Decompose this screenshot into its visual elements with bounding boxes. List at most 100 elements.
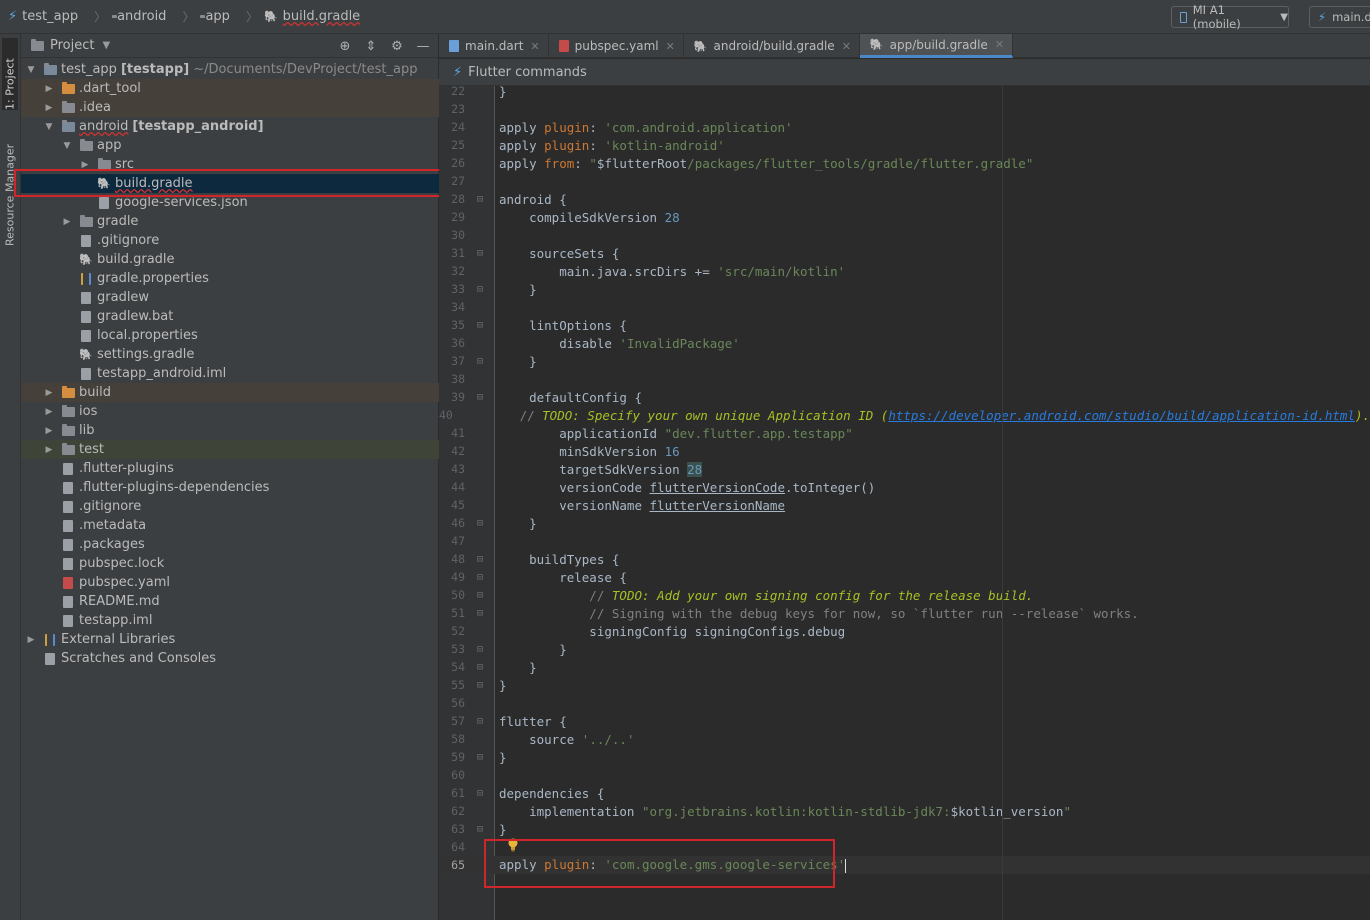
tree-item[interactable]: ▶ build [21,383,439,402]
fold-icon[interactable]: ⊟ [465,662,495,673]
gear-icon[interactable]: ⚙ [388,37,406,55]
editor-tab[interactable]: 🐘 app/build.gradle ✕ [859,34,1014,58]
tree-item[interactable]: ▶gradlew.bat [21,307,439,326]
tree-item[interactable]: ▶README.md [21,592,439,611]
close-icon[interactable]: ✕ [666,40,675,53]
close-icon[interactable]: ✕ [842,40,851,53]
expand-arrow-icon[interactable]: ▼ [61,141,73,151]
fold-icon[interactable]: ⊟ [465,572,495,583]
tree-item[interactable]: ▼ test_app [testapp] ~/Documents/DevProject… [21,60,439,79]
code-token: release { [499,569,627,585]
expand-arrow-icon[interactable]: ▼ [43,122,55,132]
project-view-selector[interactable]: Project [50,38,94,53]
flutter-commands-label[interactable]: Flutter commands [468,65,587,80]
tree-item[interactable]: ▶testapp_android.iml [21,364,439,383]
tree-item[interactable]: ▶.gitignore [21,497,439,516]
tree-item[interactable]: ▶ test [21,440,439,459]
project-tree: ▼ test_app [testapp] ~/Documents/DevProject… [21,60,439,668]
code-token: plugin [544,857,590,873]
breadcrumb-item-build-gradle[interactable]: 〉 🐘 build.gradle [238,8,360,25]
collapse-arrow-icon[interactable]: ▶ [61,217,73,227]
code-line: 48 ⊟ buildTypes { [439,550,1370,568]
fold-icon[interactable]: ⊟ [465,716,495,727]
fold-icon[interactable]: ⊟ [465,608,495,619]
editor-tab[interactable]: 🐘 android/build.gradle ✕ [684,34,860,58]
fold-icon[interactable]: ⊟ [465,590,495,601]
tree-item[interactable]: ▶ gradle [21,212,439,231]
target-icon[interactable]: ⊕ [336,37,354,55]
editor-tab[interactable]: main.dart ✕ [439,34,549,58]
fold-icon[interactable]: ⊟ [465,284,495,295]
expand-arrow-icon[interactable]: ▼ [25,65,37,75]
tree-item-label: app [97,138,122,153]
tree-item[interactable]: ▶.metadata [21,516,439,535]
fold-icon[interactable]: ⊟ [465,248,495,259]
tree-item[interactable]: ▶.packages [21,535,439,554]
tree-item[interactable]: ▼ android [testapp_android] [21,117,439,136]
device-selector[interactable]: MI A1 (mobile) ▼ [1171,3,1289,31]
tree-item[interactable]: ▶gradlew [21,288,439,307]
collapse-arrow-icon[interactable]: ▶ [43,426,55,436]
fold-icon[interactable]: ⊟ [465,518,495,529]
file-icon [61,500,75,513]
tree-item[interactable]: ▶testapp.iml [21,611,439,630]
tree-item[interactable]: ▶.flutter-plugins-dependencies [21,478,439,497]
line-number: 56 [451,696,465,710]
code-token: } [499,821,507,837]
main-dart-config-button[interactable]: ⚡ main.d [1309,6,1370,28]
fold-icon[interactable]: ⊟ [465,356,495,367]
project-tool-button[interactable]: 1: Project [2,38,18,110]
fold-icon[interactable]: ⊟ [465,320,495,331]
tree-item[interactable]: ▶gradle.properties [21,269,439,288]
breadcrumb-item-android[interactable]: 〉 android [86,8,166,25]
tree-item[interactable]: ▶.gitignore [21,231,439,250]
code-line: 57 ⊟ flutter { [439,712,1370,730]
tree-item[interactable]: ▼ app [21,136,439,155]
breadcrumb-item-app[interactable]: 〉 app [174,8,230,25]
breadcrumb-item-test-app[interactable]: ⚡ test_app [8,9,78,24]
fold-icon[interactable]: ⊟ [465,194,495,205]
chevron-down-icon[interactable]: ▼ [102,40,110,51]
tree-item[interactable]: ▶google-services.json [21,193,439,212]
close-icon[interactable]: ✕ [995,38,1004,51]
tree-item[interactable]: ▶.flutter-plugins [21,459,439,478]
fold-icon[interactable]: ⊟ [465,680,495,691]
tree-item[interactable]: ▶ .idea [21,98,439,117]
tree-item[interactable]: ▶ lib [21,421,439,440]
minimize-icon[interactable]: — [414,37,432,55]
tree-item[interactable]: ▶ .dart_tool [21,79,439,98]
code-editor[interactable]: 22} 23 24 apply plugin: 'com.android.applic… [439,84,1370,920]
line-number: 49 [451,570,465,584]
tree-item[interactable]: ▶ External Libraries [21,630,439,649]
lightbulb-icon[interactable] [508,838,518,852]
tree-item[interactable]: ▶Scratches and Consoles [21,649,439,668]
collapse-arrow-icon[interactable]: ▶ [43,407,55,417]
resource-manager-tool-button[interactable]: Resource Manager [2,126,18,246]
tree-item[interactable]: ▶local.properties [21,326,439,345]
fold-icon[interactable]: ⊟ [465,644,495,655]
collapse-arrow-icon[interactable]: ▶ [43,84,55,94]
tree-item[interactable]: ▶ ios [21,402,439,421]
fold-icon[interactable]: ⊟ [465,824,495,835]
collapse-arrow-icon[interactable]: ▶ [79,160,91,170]
close-icon[interactable]: ✕ [530,40,539,53]
tree-item-label: Scratches and Consoles [61,651,217,666]
collapse-icon[interactable]: ⇕ [362,37,380,55]
tree-item[interactable]: ▶pubspec.yaml [21,573,439,592]
tree-item[interactable]: ▶🐘build.gradle [21,250,439,269]
tree-item[interactable]: ▶pubspec.lock [21,554,439,573]
collapse-arrow-icon[interactable]: ▶ [43,103,55,113]
tree-item[interactable]: ▶🐘build.gradle [21,174,439,193]
editor-tab[interactable]: pubspec.yaml ✕ [549,34,684,58]
fold-icon[interactable]: ⊟ [465,752,495,763]
tree-item[interactable]: ▶ src [21,155,439,174]
collapse-arrow-icon[interactable]: ▶ [25,635,37,645]
fold-icon[interactable]: ⊟ [465,392,495,403]
gradle-icon: 🐘 [97,177,111,190]
line-number: 61 [451,786,465,800]
collapse-arrow-icon[interactable]: ▶ [43,445,55,455]
fold-icon[interactable]: ⊟ [465,788,495,799]
collapse-arrow-icon[interactable]: ▶ [43,388,55,398]
fold-icon[interactable]: ⊟ [465,554,495,565]
tree-item[interactable]: ▶🐘settings.gradle [21,345,439,364]
